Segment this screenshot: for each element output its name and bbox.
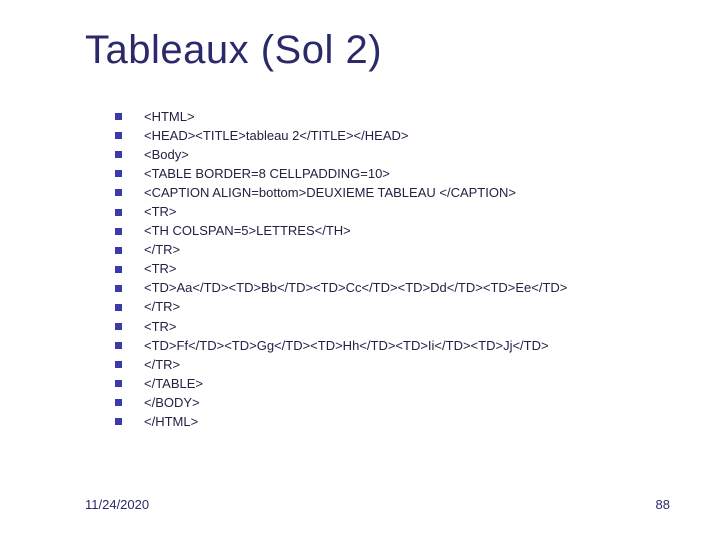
code-line: <TR> [144, 318, 177, 336]
square-bullet-icon [115, 209, 122, 216]
code-line: </TR> [144, 356, 180, 374]
square-bullet-icon [115, 247, 122, 254]
code-line: <TD>Ff</TD><TD>Gg</TD><TD>Hh</TD><TD>Ii<… [144, 337, 549, 355]
list-item: <TH COLSPAN=5>LETTRES</TH> [115, 222, 695, 240]
code-line: <TH COLSPAN=5>LETTRES</TH> [144, 222, 351, 240]
list-item: </TABLE> [115, 375, 695, 393]
list-item: <TR> [115, 203, 695, 221]
square-bullet-icon [115, 228, 122, 235]
code-line: <TR> [144, 260, 177, 278]
footer-date: 11/24/2020 [85, 497, 149, 512]
square-bullet-icon [115, 189, 122, 196]
square-bullet-icon [115, 151, 122, 158]
square-bullet-icon [115, 380, 122, 387]
list-item: </TR> [115, 356, 695, 374]
square-bullet-icon [115, 342, 122, 349]
square-bullet-icon [115, 323, 122, 330]
square-bullet-icon [115, 266, 122, 273]
code-list: <HTML><HEAD><TITLE>tableau 2</TITLE></HE… [115, 108, 695, 432]
code-line: <HTML> [144, 108, 195, 126]
square-bullet-icon [115, 361, 122, 368]
list-item: <TD>Aa</TD><TD>Bb</TD><TD>Cc</TD><TD>Dd<… [115, 279, 695, 297]
list-item: </HTML> [115, 413, 695, 431]
list-item: <TR> [115, 318, 695, 336]
code-line: </TR> [144, 298, 180, 316]
list-item: </TR> [115, 241, 695, 259]
list-item: <TABLE BORDER=8 CELLPADDING=10> [115, 165, 695, 183]
list-item: <TR> [115, 260, 695, 278]
list-item: <HEAD><TITLE>tableau 2</TITLE></HEAD> [115, 127, 695, 145]
list-item: <HTML> [115, 108, 695, 126]
footer-page-number: 88 [656, 497, 670, 512]
square-bullet-icon [115, 418, 122, 425]
square-bullet-icon [115, 304, 122, 311]
list-item: <Body> [115, 146, 695, 164]
square-bullet-icon [115, 285, 122, 292]
list-item: <CAPTION ALIGN=bottom>DEUXIEME TABLEAU <… [115, 184, 695, 202]
code-line: </BODY> [144, 394, 200, 412]
code-line: </HTML> [144, 413, 198, 431]
code-line: <TD>Aa</TD><TD>Bb</TD><TD>Cc</TD><TD>Dd<… [144, 279, 567, 297]
code-line: </TABLE> [144, 375, 203, 393]
code-line: <TABLE BORDER=8 CELLPADDING=10> [144, 165, 390, 183]
square-bullet-icon [115, 113, 122, 120]
list-item: </BODY> [115, 394, 695, 412]
list-item: </TR> [115, 298, 695, 316]
square-bullet-icon [115, 132, 122, 139]
code-line: </TR> [144, 241, 180, 259]
square-bullet-icon [115, 170, 122, 177]
list-item: <TD>Ff</TD><TD>Gg</TD><TD>Hh</TD><TD>Ii<… [115, 337, 695, 355]
code-line: <CAPTION ALIGN=bottom>DEUXIEME TABLEAU <… [144, 184, 516, 202]
slide-title: Tableaux (Sol 2) [85, 28, 382, 73]
code-line: <TR> [144, 203, 177, 221]
code-line: <HEAD><TITLE>tableau 2</TITLE></HEAD> [144, 127, 408, 145]
square-bullet-icon [115, 399, 122, 406]
code-line: <Body> [144, 146, 189, 164]
